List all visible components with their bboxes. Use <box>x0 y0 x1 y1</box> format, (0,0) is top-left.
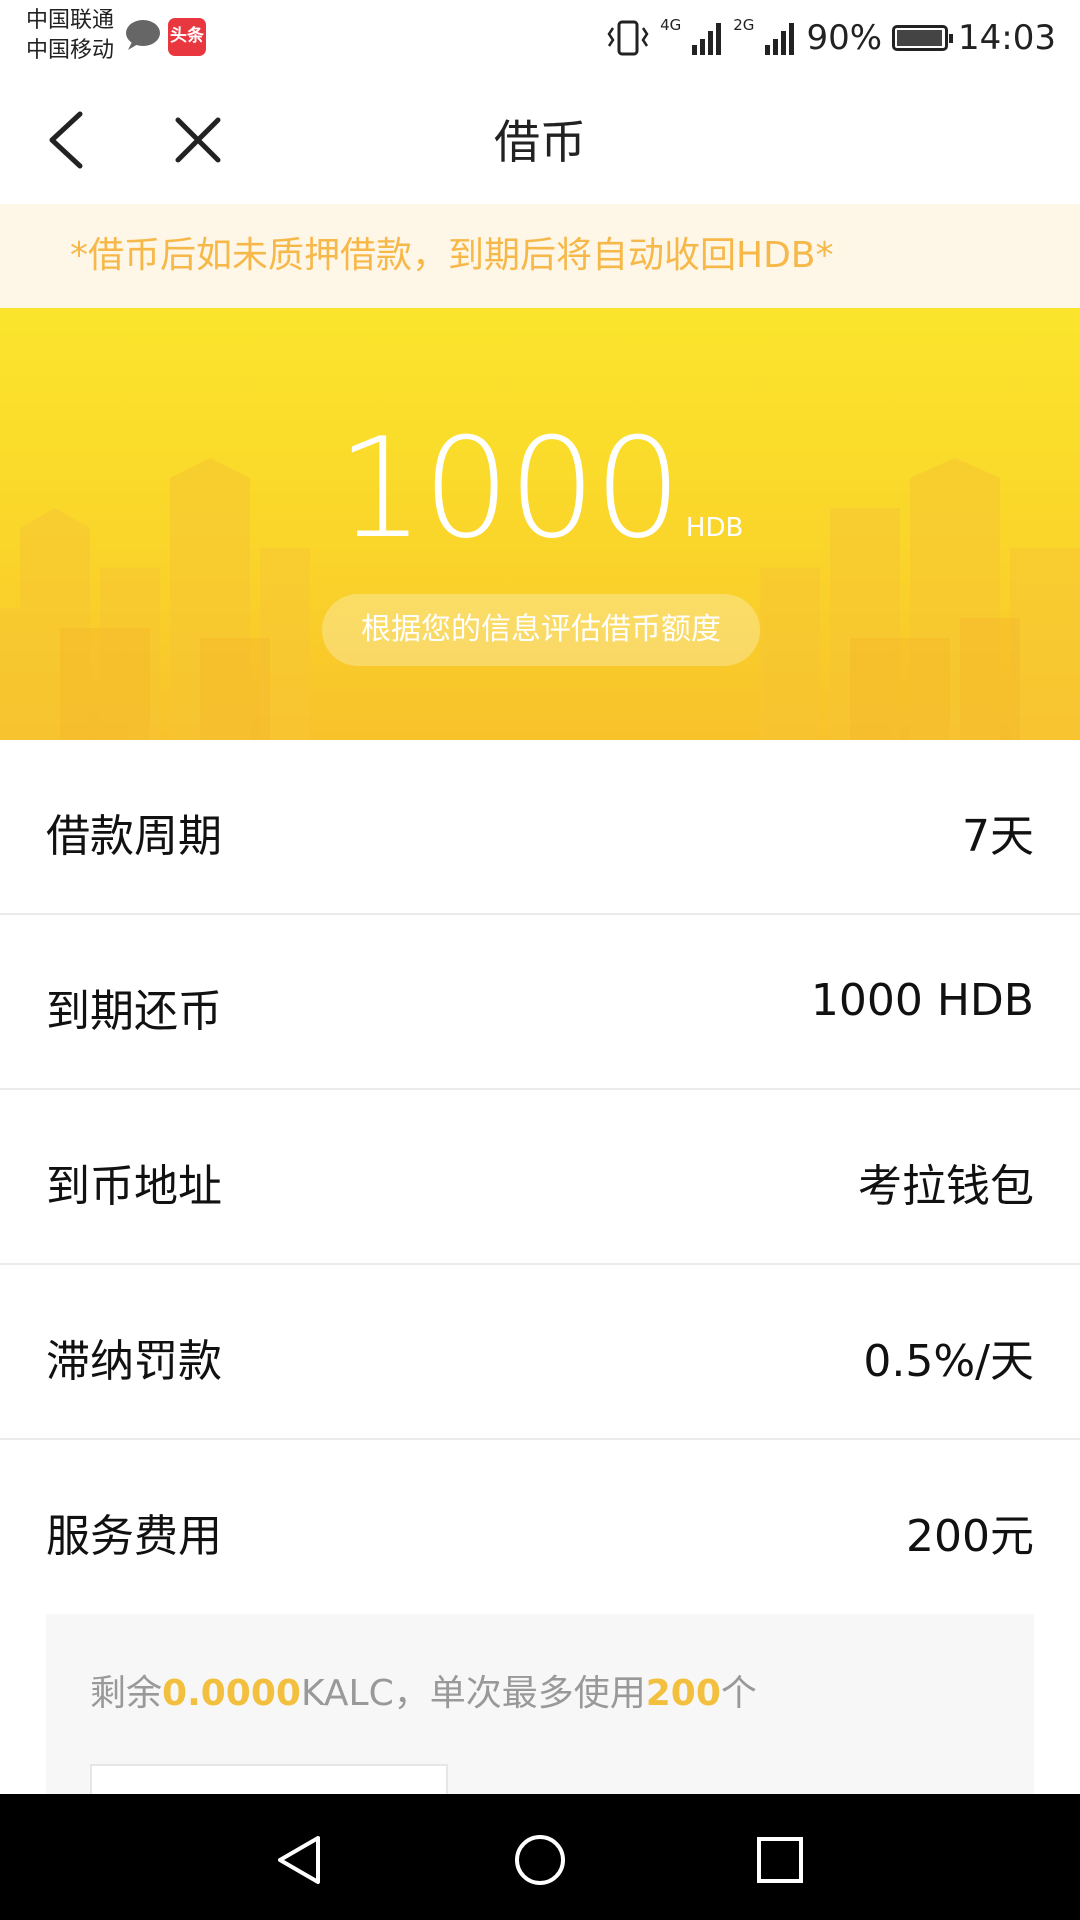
detail-label: 到币地址 <box>46 1161 222 1212</box>
kalc-balance: 0.0000 <box>162 1673 301 1714</box>
kalc-mid: KALC，单次最多使用 <box>300 1673 646 1714</box>
borrow-unit: HDB <box>685 513 744 543</box>
battery-icon <box>892 25 954 51</box>
amount-banner: 1000 HDB 根据您的信息评估借币额度 <box>0 308 1080 740</box>
detail-label: 服务费用 <box>46 1511 222 1562</box>
page-title: 借币 <box>494 115 586 169</box>
network-2g: 2G <box>733 16 755 34</box>
detail-value: 7天 <box>962 811 1034 862</box>
assessment-pill: 根据您的信息评估借币额度 <box>322 594 760 666</box>
detail-value: 200元 <box>906 1511 1034 1562</box>
kalc-suffix: 个 <box>720 1673 757 1714</box>
amount-display: 1000 HDB <box>0 408 1080 569</box>
detail-row-penalty: 滞纳罚款 0.5%/天 <box>0 1265 1080 1440</box>
detail-row-address: 到币地址 考拉钱包 <box>0 1090 1080 1265</box>
signal-icon-1 <box>692 23 722 55</box>
square-recent-icon[interactable] <box>750 1830 810 1890</box>
circle-home-icon[interactable] <box>510 1830 570 1890</box>
kalc-panel: 剩余0.0000KALC，单次最多使用200个 <box>46 1614 1034 1806</box>
status-right: 4G 2G 90% 14:03 <box>606 14 1056 62</box>
detail-label: 借款周期 <box>46 811 222 862</box>
vibrate-icon <box>607 20 649 56</box>
triangle-back-icon[interactable] <box>270 1830 330 1890</box>
news-app-icon: 头条 <box>168 18 206 56</box>
notice-banner: *借币后如未质押借款，到期后将自动收回HDB* <box>0 204 1080 308</box>
detail-label: 到期还币 <box>46 986 222 1037</box>
system-nav-bar <box>0 1794 1080 1920</box>
nav-bar: 借币 <box>0 78 1080 204</box>
detail-value: 0.5%/天 <box>863 1336 1034 1387</box>
detail-value: 1000 HDB <box>810 975 1034 1026</box>
carrier-2: 中国移动 <box>26 38 115 63</box>
kalc-prefix: 剩余 <box>90 1673 163 1714</box>
kalc-balance-text: 剩余0.0000KALC，单次最多使用200个 <box>90 1664 757 1716</box>
detail-row-repay: 到期还币 1000 HDB <box>0 915 1080 1090</box>
network-4g: 4G <box>660 16 682 34</box>
clock: 14:03 <box>958 18 1056 58</box>
battery-percent: 90% <box>806 18 883 58</box>
detail-row-period: 借款周期 7天 <box>0 740 1080 915</box>
detail-label: 滞纳罚款 <box>46 1336 222 1387</box>
kalc-max: 200 <box>645 1673 721 1714</box>
carrier-info: 中国联通 中国移动 <box>26 6 114 66</box>
detail-row-service-fee: 服务费用 200元 <box>0 1440 1080 1615</box>
detail-value: 考拉钱包 <box>858 1161 1034 1212</box>
chat-bubble-icon <box>126 20 160 50</box>
signal-icon-2 <box>765 23 795 55</box>
loan-details-list: 借款周期 7天 到期还币 1000 HDB 到币地址 考拉钱包 滞纳罚款 0.5… <box>0 740 1080 1615</box>
borrow-amount: 1000 <box>336 408 682 569</box>
status-bar: 中国联通 中国移动 头条 4G 2G 90% 14:03 <box>0 0 1080 78</box>
carrier-1: 中国联通 <box>26 8 115 33</box>
